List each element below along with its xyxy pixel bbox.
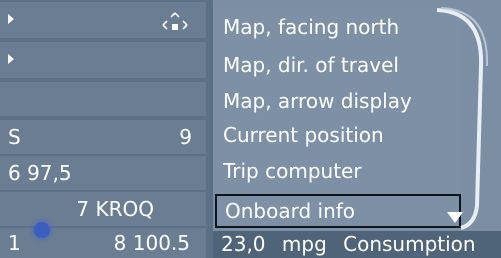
menu-item-map-travel[interactable]: Map, dir. of travel bbox=[223, 52, 399, 78]
preset-clipped-text: S bbox=[8, 125, 21, 149]
preset-station: 6 97,5 bbox=[8, 161, 72, 185]
preset-row[interactable] bbox=[0, 82, 206, 116]
menu-item-onboard-info[interactable]: Onboard info bbox=[215, 194, 461, 228]
play-right-icon bbox=[8, 54, 14, 64]
preset-row[interactable] bbox=[0, 2, 206, 38]
preset-row[interactable]: 1 8 100.5 bbox=[0, 228, 206, 258]
scroll-down-icon[interactable] bbox=[447, 212, 463, 223]
menu-item-trip-computer[interactable]: Trip computer bbox=[223, 158, 362, 184]
consumption-status: 23,0 mpg Consumption bbox=[213, 231, 501, 258]
preset-row[interactable] bbox=[0, 42, 206, 78]
idrive-screen: S 9 6 97,5 7 KROQ 1 8 100.5 Map, facing … bbox=[0, 0, 501, 258]
play-right-icon bbox=[8, 14, 14, 24]
preset-number: 9 bbox=[179, 125, 192, 149]
cursor-dot bbox=[34, 222, 50, 238]
preset-clipped-text: 1 bbox=[8, 231, 21, 255]
preset-row[interactable]: 6 97,5 bbox=[0, 156, 206, 190]
preset-row[interactable]: 7 KROQ bbox=[0, 192, 206, 226]
menu-item-map-north[interactable]: Map, facing north bbox=[223, 14, 399, 40]
preset-row[interactable]: S 9 bbox=[0, 120, 206, 154]
scroll-track[interactable] bbox=[431, 6, 491, 232]
preset-station: 7 KROQ bbox=[76, 197, 154, 221]
consumption-label: Consumption bbox=[343, 232, 476, 256]
preset-station: 8 100.5 bbox=[113, 231, 190, 255]
direction-pad-icon bbox=[162, 12, 188, 30]
menu-item-current-position[interactable]: Current position bbox=[223, 122, 384, 148]
presets-panel: S 9 6 97,5 7 KROQ 1 8 100.5 bbox=[0, 0, 210, 258]
consumption-unit: mpg bbox=[281, 232, 327, 256]
menu-item-map-arrow[interactable]: Map, arrow display bbox=[223, 88, 412, 114]
display-menu: Map, facing north Map, dir. of travel Ma… bbox=[213, 0, 501, 258]
consumption-value: 23,0 bbox=[221, 232, 266, 256]
menu-list: Map, facing north Map, dir. of travel Ma… bbox=[215, 8, 461, 230]
